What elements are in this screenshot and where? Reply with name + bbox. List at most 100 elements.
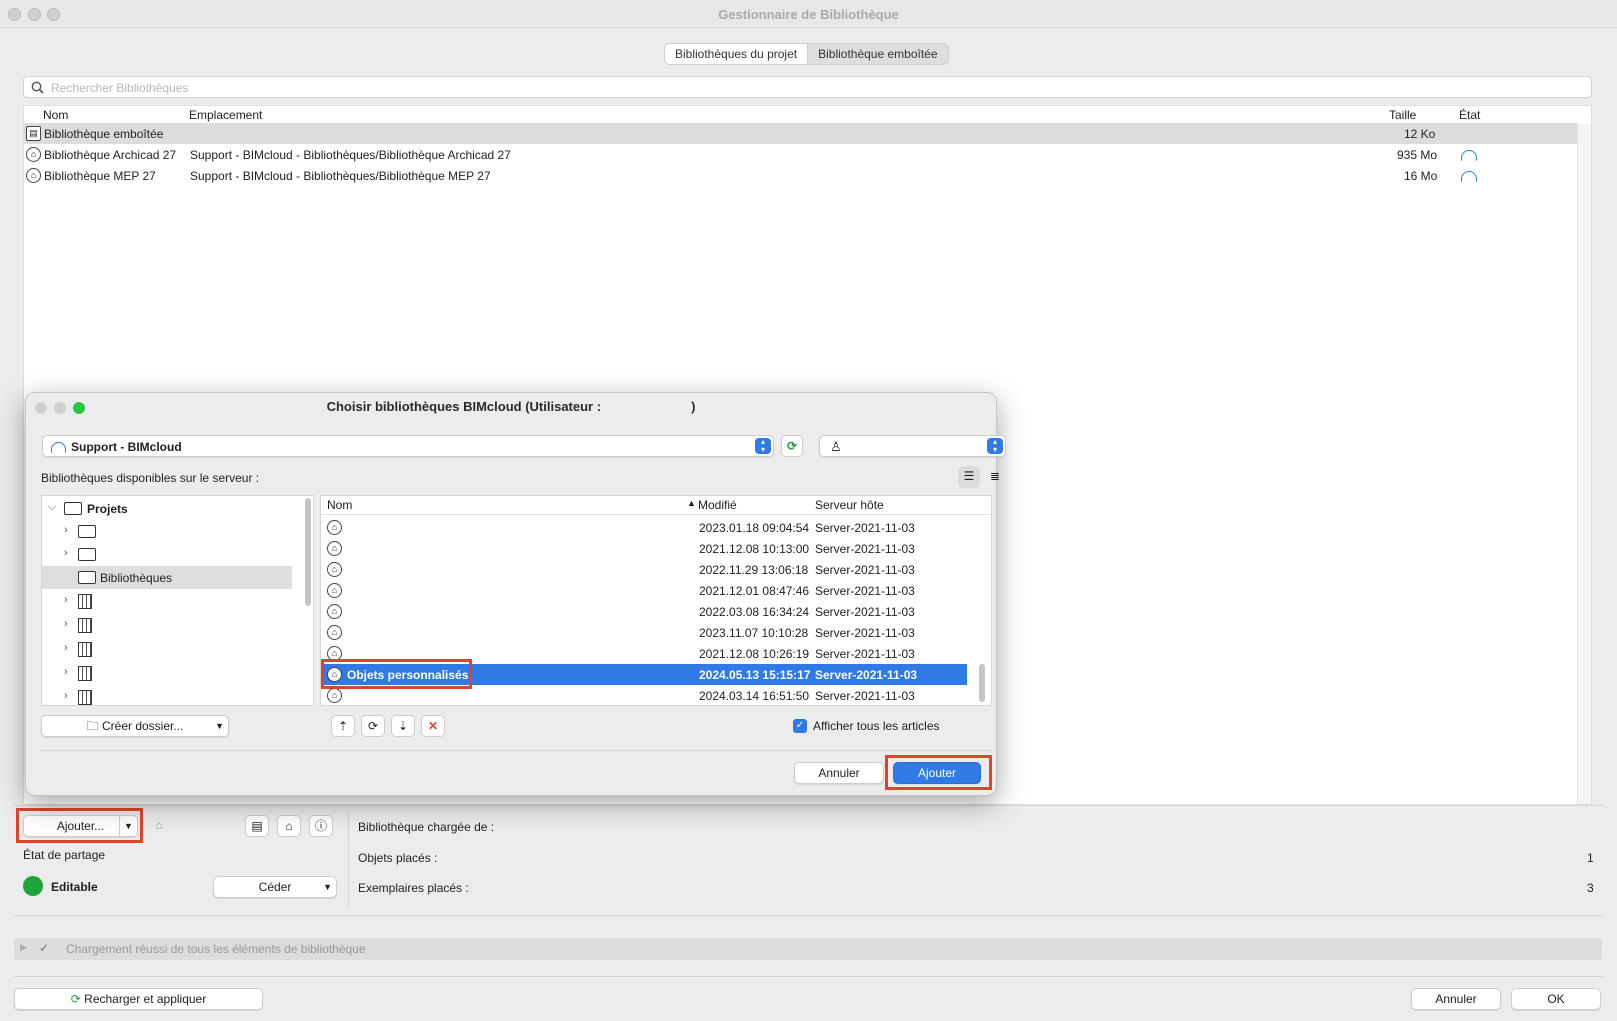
ok-button[interactable]: OK — [1511, 988, 1601, 1010]
library-file-row[interactable]: ⌂ 2021.12.01 08:47:46 Server-2021-11-03 — [321, 580, 967, 601]
tree-item-folder[interactable]: › — [42, 543, 274, 566]
search-field[interactable]: Rechercher Bibliothèques — [23, 76, 1592, 98]
folder-tree: ⌵ Projets › › Bibliothèques › › › › › — [41, 495, 314, 706]
window-title: Gestionnaire de Bibliothèque — [718, 7, 899, 22]
dialog-title-text: Choisir bibliothèques BIMcloud (Utilisat… — [326, 399, 602, 414]
file-modified: 2024.03.14 16:51:50 — [699, 689, 810, 703]
chevron-down-icon[interactable]: ▼ — [215, 716, 224, 736]
file-scrollbar[interactable] — [979, 664, 985, 702]
col-file-name[interactable]: Nom — [327, 498, 352, 512]
chevron-right-icon[interactable]: › — [64, 547, 68, 559]
library-icon: ⌂ — [327, 520, 342, 535]
library-icon: ⌂ — [327, 562, 342, 577]
folder-icon — [78, 525, 96, 538]
highlight-add-dialog-button — [885, 755, 992, 790]
tree-scrollbar[interactable] — [305, 498, 311, 606]
file-modified: 2021.12.01 08:47:46 — [699, 584, 810, 598]
reload-apply-label: Recharger et appliquer — [84, 992, 207, 1006]
library-file-row[interactable]: ⌂ 2022.03.08 16:34:24 Server-2021-11-03 — [321, 601, 967, 622]
tab-embedded-library[interactable]: Bibliothèque emboîtée — [808, 44, 947, 64]
library-icon: ⌂ — [327, 625, 342, 640]
remove-library-icon[interactable]: ⌂ — [147, 815, 171, 837]
search-placeholder: Rechercher Bibliothèques — [51, 81, 189, 95]
editable-status-icon — [23, 876, 43, 896]
building-icon — [78, 666, 92, 681]
chevron-down-icon[interactable]: ⌵ — [48, 501, 56, 514]
library-name: Bibliothèque MEP 27 — [44, 169, 156, 183]
tree-label: Projets — [87, 502, 128, 516]
library-file-row[interactable]: ⌂ 2023.11.07 10:10:28 Server-2021-11-03 — [321, 622, 967, 643]
tree-item-project[interactable]: › — [42, 614, 274, 637]
reload-apply-button[interactable]: ⟳ Recharger et appliquer — [14, 988, 263, 1010]
building-icon — [78, 594, 92, 609]
library-list-icon[interactable]: ▤ — [245, 815, 269, 837]
col-name[interactable]: Nom — [43, 108, 68, 122]
list-scrollbar[interactable] — [1577, 124, 1591, 804]
user-popup[interactable]: ♙ ▴ ▾ — [819, 435, 1006, 457]
col-location[interactable]: Emplacement — [189, 108, 262, 122]
chevron-right-icon[interactable]: › — [64, 666, 68, 678]
divider — [14, 915, 1604, 916]
create-folder-label: Créer dossier... — [101, 719, 184, 733]
search-icon — [31, 81, 44, 94]
library-file-row[interactable]: ⌂ 2022.11.29 13:06:18 Server-2021-11-03 — [321, 559, 967, 580]
library-size: 935 Mo — [1397, 148, 1438, 162]
tab-project-libraries[interactable]: Bibliothèques du projet — [665, 44, 809, 64]
chevron-right-icon[interactable]: › — [64, 690, 68, 702]
download-library-icon[interactable]: ⇣ — [391, 715, 415, 737]
dialog-cancel-button[interactable]: Annuler — [794, 762, 884, 784]
upload-library-icon[interactable]: ⇡ — [331, 715, 355, 737]
library-row[interactable]: ⌂ Bibliothèque Archicad 27 Support - BIM… — [24, 144, 1578, 165]
tree-item-project[interactable]: › — [42, 590, 274, 613]
tree-view-icon[interactable]: ☰ — [958, 466, 980, 488]
library-file-row[interactable]: ⌂ 2021.12.08 10:13:00 Server-2021-11-03 — [321, 538, 967, 559]
server-popup[interactable]: Support - BIMcloud ▴ ▾ — [42, 435, 774, 457]
show-all-checkbox[interactable]: ✓ — [793, 719, 807, 733]
file-modified: 2022.11.29 13:06:18 — [699, 563, 809, 577]
tree-item-folder[interactable]: › — [42, 520, 274, 543]
loaded-from-label: Bibliothèque chargée de : — [358, 820, 495, 834]
library-file-row[interactable]: ⌂ 2023.01.18 09:04:54 Server-2021-11-03 — [321, 517, 967, 538]
col-modified[interactable]: Modifié — [698, 498, 737, 512]
building-icon — [78, 642, 92, 657]
disclosure-icon[interactable]: ▶ — [20, 942, 27, 953]
highlight-add-button — [16, 808, 143, 843]
cloud-icon — [1461, 171, 1477, 182]
update-library-icon[interactable]: ⟳ — [361, 715, 385, 737]
tree-item-projects[interactable]: ⌵ Projets — [42, 497, 274, 520]
library-size: 16 Mo — [1404, 169, 1438, 183]
tree-item-libraries[interactable]: Bibliothèques — [42, 566, 292, 589]
col-host-server[interactable]: Serveur hôte — [815, 498, 884, 512]
file-host: Server-2021-11-03 — [815, 563, 915, 577]
chevron-right-icon[interactable]: › — [64, 642, 68, 654]
chevron-right-icon[interactable]: › — [64, 524, 68, 536]
tab-control: Bibliothèques du projet Bibliothèque emb… — [664, 43, 949, 65]
refresh-server-icon[interactable]: ⟳ — [781, 435, 803, 457]
delete-icon[interactable]: ✕ — [421, 715, 445, 737]
info-icon[interactable]: ⓘ — [309, 815, 333, 837]
library-row[interactable]: ⌂ Bibliothèque MEP 27 Support - BIMcloud… — [24, 165, 1578, 186]
tree-item-project[interactable]: › — [42, 638, 274, 661]
library-name: Bibliothèque emboîtée — [44, 127, 164, 141]
library-bank-icon[interactable]: ⌂ — [277, 815, 301, 837]
create-folder-button[interactable]: 🗀 Créer dossier... ▼ — [41, 715, 229, 737]
library-folder-icon — [78, 571, 96, 584]
choose-bimcloud-libraries-dialog: Choisir bibliothèques BIMcloud (Utilisat… — [25, 392, 1006, 796]
tree-item-project[interactable]: › — [42, 686, 274, 705]
list-view-icon[interactable]: ≣ — [984, 466, 1006, 488]
building-icon — [78, 618, 92, 633]
refresh-icon: ⟳ — [70, 992, 81, 1006]
release-button[interactable]: Céder ▼ — [213, 876, 337, 898]
embedded-library-icon: ▤ — [26, 126, 41, 141]
chevron-down-icon[interactable]: ▼ — [323, 877, 332, 897]
library-row[interactable]: ▤ Bibliothèque emboîtée 12 Ko — [24, 123, 1578, 144]
library-icon: ⌂ — [327, 604, 342, 619]
col-size[interactable]: Taille — [1389, 108, 1416, 122]
chevron-right-icon[interactable]: › — [64, 618, 68, 630]
status-message: Chargement réussi de tous les éléments d… — [66, 942, 366, 956]
chevron-right-icon[interactable]: › — [64, 594, 68, 606]
tree-item-project[interactable]: › — [42, 662, 274, 685]
library-icon: ⌂ — [327, 583, 342, 598]
col-state[interactable]: État — [1459, 108, 1480, 122]
cancel-button[interactable]: Annuler — [1411, 988, 1501, 1010]
